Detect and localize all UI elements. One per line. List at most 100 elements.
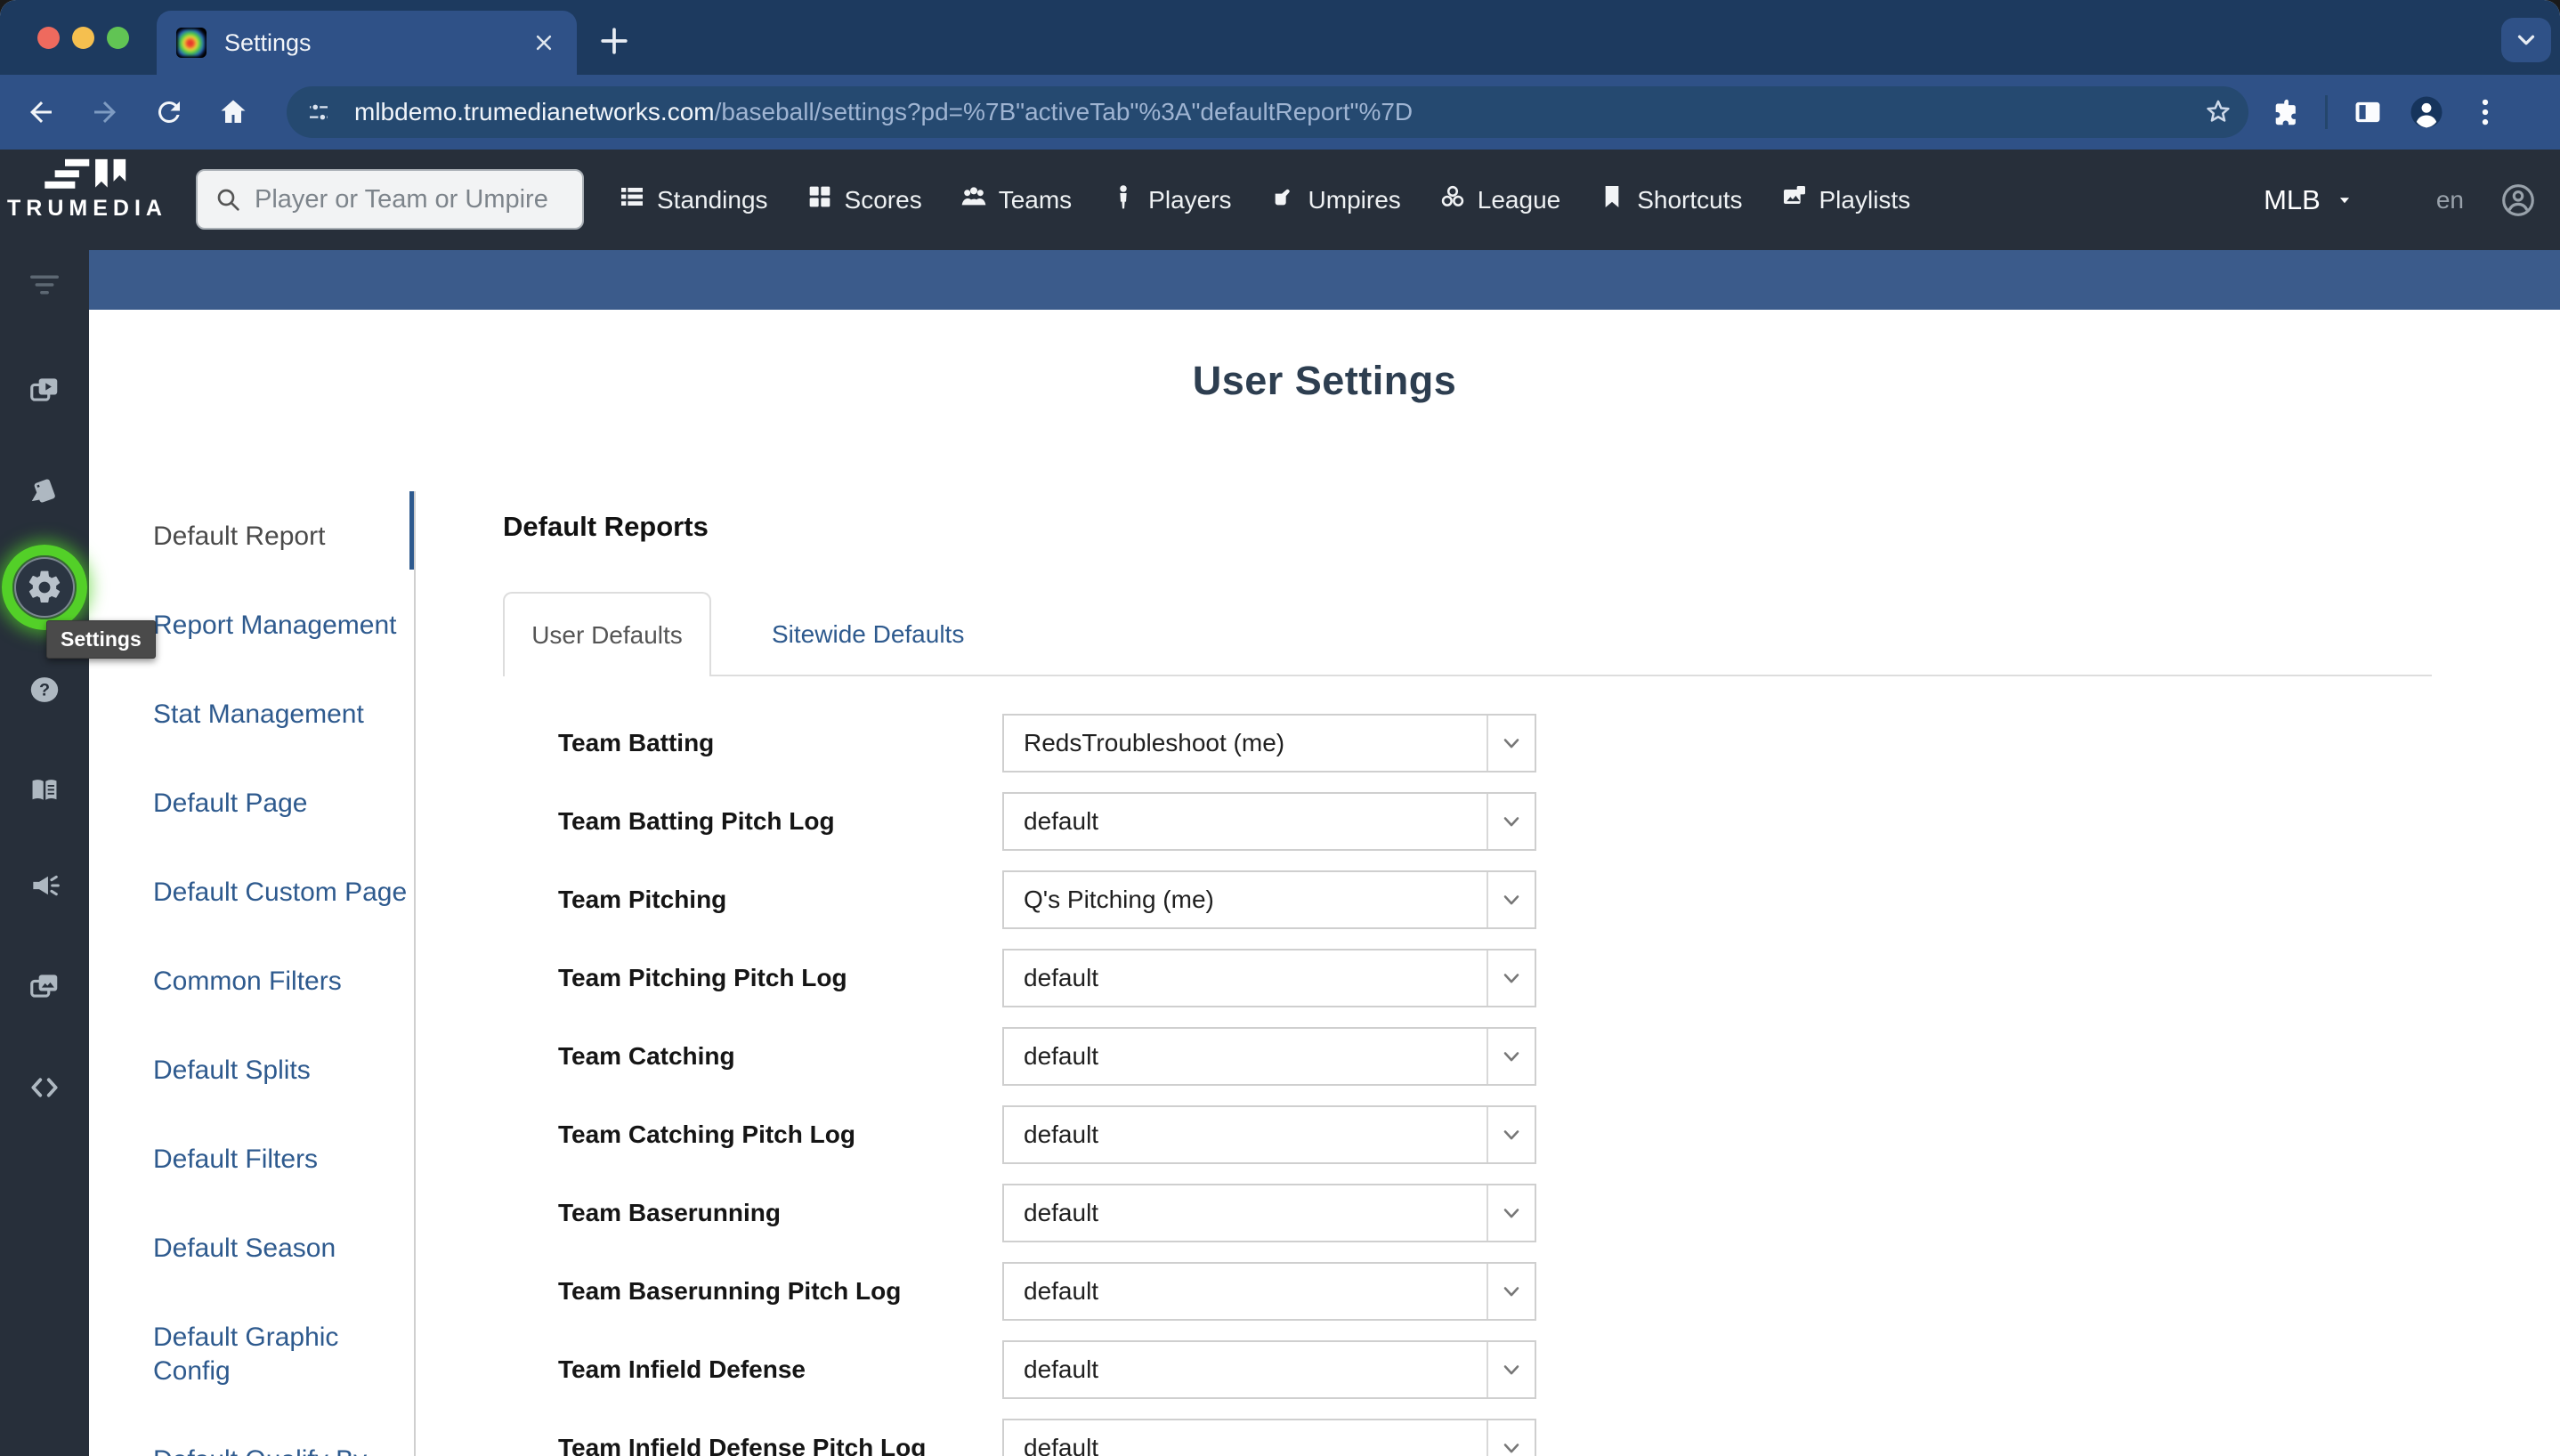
appbar-right: MLB en — [2264, 150, 2537, 250]
tab-user-defaults[interactable]: User Defaults — [503, 592, 711, 676]
chevron-down-icon[interactable] — [1487, 1029, 1535, 1084]
browser-tab-settings[interactable]: Settings — [157, 11, 577, 75]
chevron-down-icon[interactable] — [1487, 1342, 1535, 1397]
cards-icon[interactable] — [0, 474, 89, 513]
nav-item-umpires[interactable]: Umpires — [1269, 182, 1401, 217]
chevron-down-icon[interactable] — [1487, 1264, 1535, 1319]
team-batting-pitch-log-select[interactable]: default — [1002, 792, 1536, 851]
side-panel-icon[interactable] — [2351, 95, 2385, 129]
window-close-button[interactable] — [37, 27, 60, 49]
browser-toolbar: mlbdemo.trumedianetworks.com/baseball/se… — [0, 75, 2560, 150]
window-zoom-button[interactable] — [107, 27, 129, 49]
nav-item-shortcuts[interactable]: Shortcuts — [1598, 182, 1742, 217]
team-pitching-select[interactable]: Q's Pitching (me) — [1002, 870, 1536, 929]
team-baserunning-select[interactable]: default — [1002, 1184, 1536, 1242]
bookmark-star-icon[interactable] — [2202, 96, 2234, 128]
filter-lines-icon[interactable] — [0, 268, 89, 306]
profile-avatar[interactable] — [2408, 93, 2445, 131]
team-batting-select[interactable]: RedsTroubleshoot (me) — [1002, 714, 1536, 772]
field-label: Team Infield Defense — [558, 1340, 806, 1399]
nav-item-label: Shortcuts — [1637, 186, 1742, 214]
toolbar-divider — [2325, 95, 2328, 129]
glossary-book-icon[interactable] — [0, 773, 89, 812]
section-title: Default Reports — [503, 511, 709, 543]
api-code-icon[interactable] — [0, 1071, 89, 1109]
account-person-circle-icon[interactable] — [2499, 182, 2537, 219]
chevron-down-icon[interactable] — [1487, 872, 1535, 927]
nav-item-teams[interactable]: Teams — [960, 182, 1072, 217]
settings-menu-item-default-season[interactable]: Default Season — [153, 1232, 413, 1266]
standings-icon — [618, 182, 646, 217]
nav-item-label: Players — [1148, 186, 1231, 214]
browser-menu-kebab-icon[interactable] — [2468, 95, 2502, 129]
nav-item-label: League — [1478, 186, 1560, 214]
extensions-puzzle-icon[interactable] — [2268, 95, 2302, 129]
media-gallery-icon[interactable] — [0, 969, 89, 1007]
window-minimize-button[interactable] — [72, 27, 94, 49]
reload-button[interactable] — [150, 93, 189, 132]
address-bar[interactable]: mlbdemo.trumedianetworks.com/baseball/se… — [287, 86, 2248, 138]
settings-menu-item-default-filters[interactable]: Default Filters — [153, 1143, 413, 1177]
form-row-team-infield-defense: Team Infield Defense default — [503, 1340, 1571, 1399]
trumedia-logo-mark — [43, 157, 132, 194]
nav-item-standings[interactable]: Standings — [618, 182, 768, 217]
url-host: mlbdemo.trumedianetworks.com — [354, 98, 715, 125]
team-catching-pitch-log-select[interactable]: default — [1002, 1105, 1536, 1164]
home-button[interactable] — [214, 93, 253, 132]
team-baserunning-pitch-log-select[interactable]: default — [1002, 1262, 1536, 1321]
settings-menu-item-default-custom-page[interactable]: Default Custom Page — [153, 876, 413, 910]
form-row-team-catching-pitch-log: Team Catching Pitch Log default — [503, 1105, 1571, 1164]
nav-item-league[interactable]: League — [1438, 182, 1560, 217]
settings-menu-item-default-page[interactable]: Default Page — [153, 787, 413, 821]
tab-close-icon[interactable] — [531, 29, 557, 56]
settings-menu-item-default-splits[interactable]: Default Splits — [153, 1054, 413, 1088]
nav-item-playlists[interactable]: Playlists — [1780, 182, 1911, 217]
settings-menu: Default Report Report Management Stat Mana… — [153, 520, 413, 1456]
field-label: Team Pitching — [558, 870, 726, 929]
help-icon[interactable]: ? — [0, 673, 89, 711]
settings-menu-item-stat-management[interactable]: Stat Management — [153, 698, 413, 732]
tool-sidebar: Settings? — [0, 250, 89, 1456]
chevron-down-icon[interactable] — [1487, 1107, 1535, 1162]
settings-menu-item-default-graphic-config[interactable]: Default Graphic Config — [153, 1321, 413, 1388]
settings-menu-item-default-qualify-by[interactable]: Default Qualify By — [153, 1444, 413, 1456]
language-selector[interactable]: en — [2436, 186, 2464, 214]
forward-button[interactable] — [85, 93, 125, 132]
video-playlist-icon[interactable] — [0, 373, 89, 411]
nav-item-label: Teams — [999, 186, 1072, 214]
nav-item-scores[interactable]: Scores — [806, 182, 922, 217]
chevron-down-icon[interactable] — [1487, 794, 1535, 849]
chevron-down-icon[interactable] — [1487, 1185, 1535, 1241]
global-search[interactable] — [196, 169, 584, 230]
tab-favicon-heatmap-icon — [176, 28, 207, 58]
site-settings-icon[interactable] — [299, 93, 338, 132]
chevron-down-icon[interactable] — [1487, 716, 1535, 771]
url-text: mlbdemo.trumedianetworks.com/baseball/se… — [354, 98, 1413, 126]
league-selector[interactable]: MLB — [2264, 184, 2354, 216]
field-label: Team Catching Pitch Log — [558, 1105, 855, 1164]
nav-item-players[interactable]: Players — [1109, 182, 1231, 217]
team-infield-defense-select[interactable]: default — [1002, 1340, 1536, 1399]
settings-gear-icon[interactable] — [25, 568, 64, 607]
settings-menu-item-default-report[interactable]: Default Report — [153, 520, 413, 554]
tab-sitewide-defaults[interactable]: Sitewide Defaults — [725, 592, 1010, 676]
search-input[interactable] — [255, 185, 566, 214]
tab-search-button[interactable] — [2501, 18, 2551, 62]
select-value: default — [1004, 1029, 1487, 1084]
announcements-megaphone-icon[interactable] — [0, 869, 89, 907]
settings-menu-item-report-management[interactable]: Report Management — [153, 609, 413, 643]
select-value: default — [1004, 950, 1487, 1006]
umpires-icon — [1269, 182, 1298, 217]
trumedia-logo[interactable]: TRUMEDIA — [7, 157, 167, 222]
chevron-down-icon[interactable] — [1487, 950, 1535, 1006]
new-tab-button[interactable] — [595, 21, 634, 61]
team-infield-defense-pitch-log-select[interactable]: default — [1002, 1419, 1536, 1456]
field-label: Team Baserunning Pitch Log — [558, 1262, 901, 1321]
chevron-down-icon[interactable] — [1487, 1420, 1535, 1456]
settings-menu-item-common-filters[interactable]: Common Filters — [153, 965, 413, 999]
form-row-team-batting: Team BattingRedsTroubleshoot (me) — [503, 714, 1571, 772]
back-button[interactable] — [21, 93, 61, 132]
team-pitching-pitch-log-select[interactable]: default — [1002, 949, 1536, 1007]
team-catching-select[interactable]: default — [1002, 1027, 1536, 1086]
nav-item-label: Scores — [845, 186, 922, 214]
